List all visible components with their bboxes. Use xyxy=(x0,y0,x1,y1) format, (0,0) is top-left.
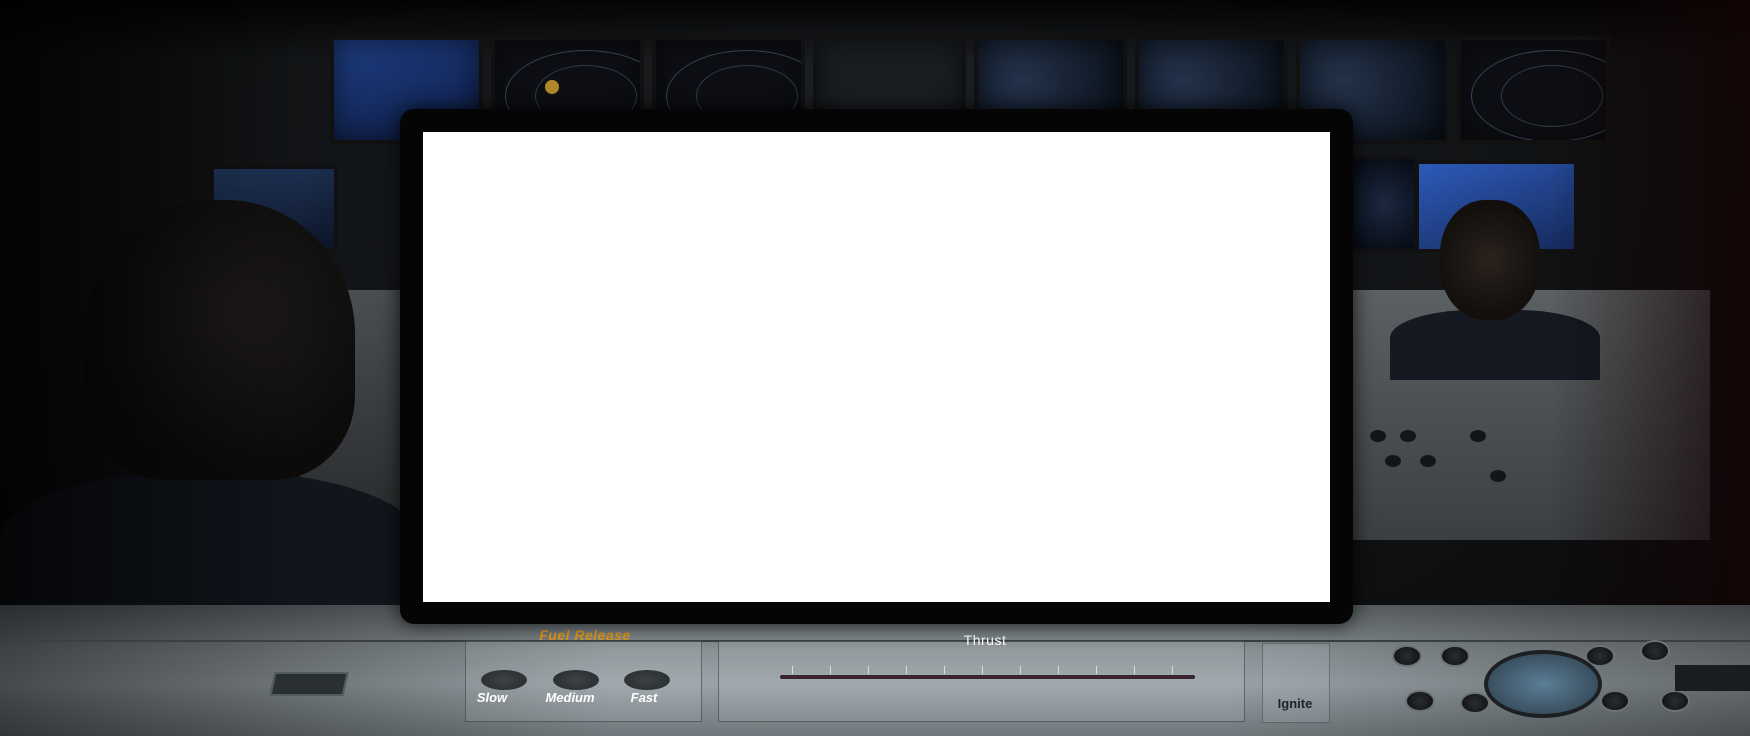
thrust-slider[interactable] xyxy=(780,675,1195,679)
thrust-tick xyxy=(1172,666,1173,674)
planet-icon xyxy=(545,80,559,94)
panel-knob xyxy=(1440,645,1470,667)
ignite-label: Ignite xyxy=(1277,696,1313,711)
thrust-tick xyxy=(1058,666,1059,674)
panel-knob xyxy=(1392,645,1422,667)
thrust-tick xyxy=(868,666,869,674)
fuel-medium-label: Medium xyxy=(545,690,595,705)
panel-knob xyxy=(1600,690,1630,712)
thrust-section xyxy=(718,640,1245,722)
operator-silhouette xyxy=(1440,200,1540,320)
console-knob xyxy=(1370,430,1386,442)
panel-knob xyxy=(1660,690,1690,712)
panel-knob xyxy=(1460,692,1490,714)
console-knob xyxy=(1385,455,1401,467)
panel-knob xyxy=(1405,690,1435,712)
radar-dial-icon xyxy=(1484,650,1602,718)
fuel-medium-button[interactable] xyxy=(553,670,599,690)
fuel-fast-label: Fast xyxy=(630,690,658,705)
fuel-slow-label: Slow xyxy=(476,690,508,705)
console-knob xyxy=(1490,470,1506,482)
thrust-tick xyxy=(792,666,793,674)
console-knob xyxy=(1400,430,1416,442)
thrust-tick xyxy=(944,666,945,674)
thrust-tick xyxy=(982,666,983,674)
console-knob xyxy=(1420,455,1436,467)
fuel-fast-button[interactable] xyxy=(624,670,670,690)
thrust-label: Thrust xyxy=(963,632,1007,648)
thrust-tick xyxy=(1020,666,1021,674)
game-screen[interactable] xyxy=(423,132,1330,602)
console-knob xyxy=(1470,430,1486,442)
panel-knob xyxy=(1640,640,1670,662)
thrust-tick xyxy=(1096,666,1097,674)
gauge-icon xyxy=(269,672,349,696)
thrust-tick xyxy=(906,666,907,674)
fuel-slow-button[interactable] xyxy=(481,670,527,690)
ignite-button[interactable] xyxy=(1262,643,1330,723)
thrust-tick xyxy=(1134,666,1135,674)
side-monitor xyxy=(1350,155,1418,253)
thrust-tick xyxy=(830,666,831,674)
fuel-release-title: Fuel Release xyxy=(539,627,631,643)
panel-display xyxy=(1675,665,1750,691)
